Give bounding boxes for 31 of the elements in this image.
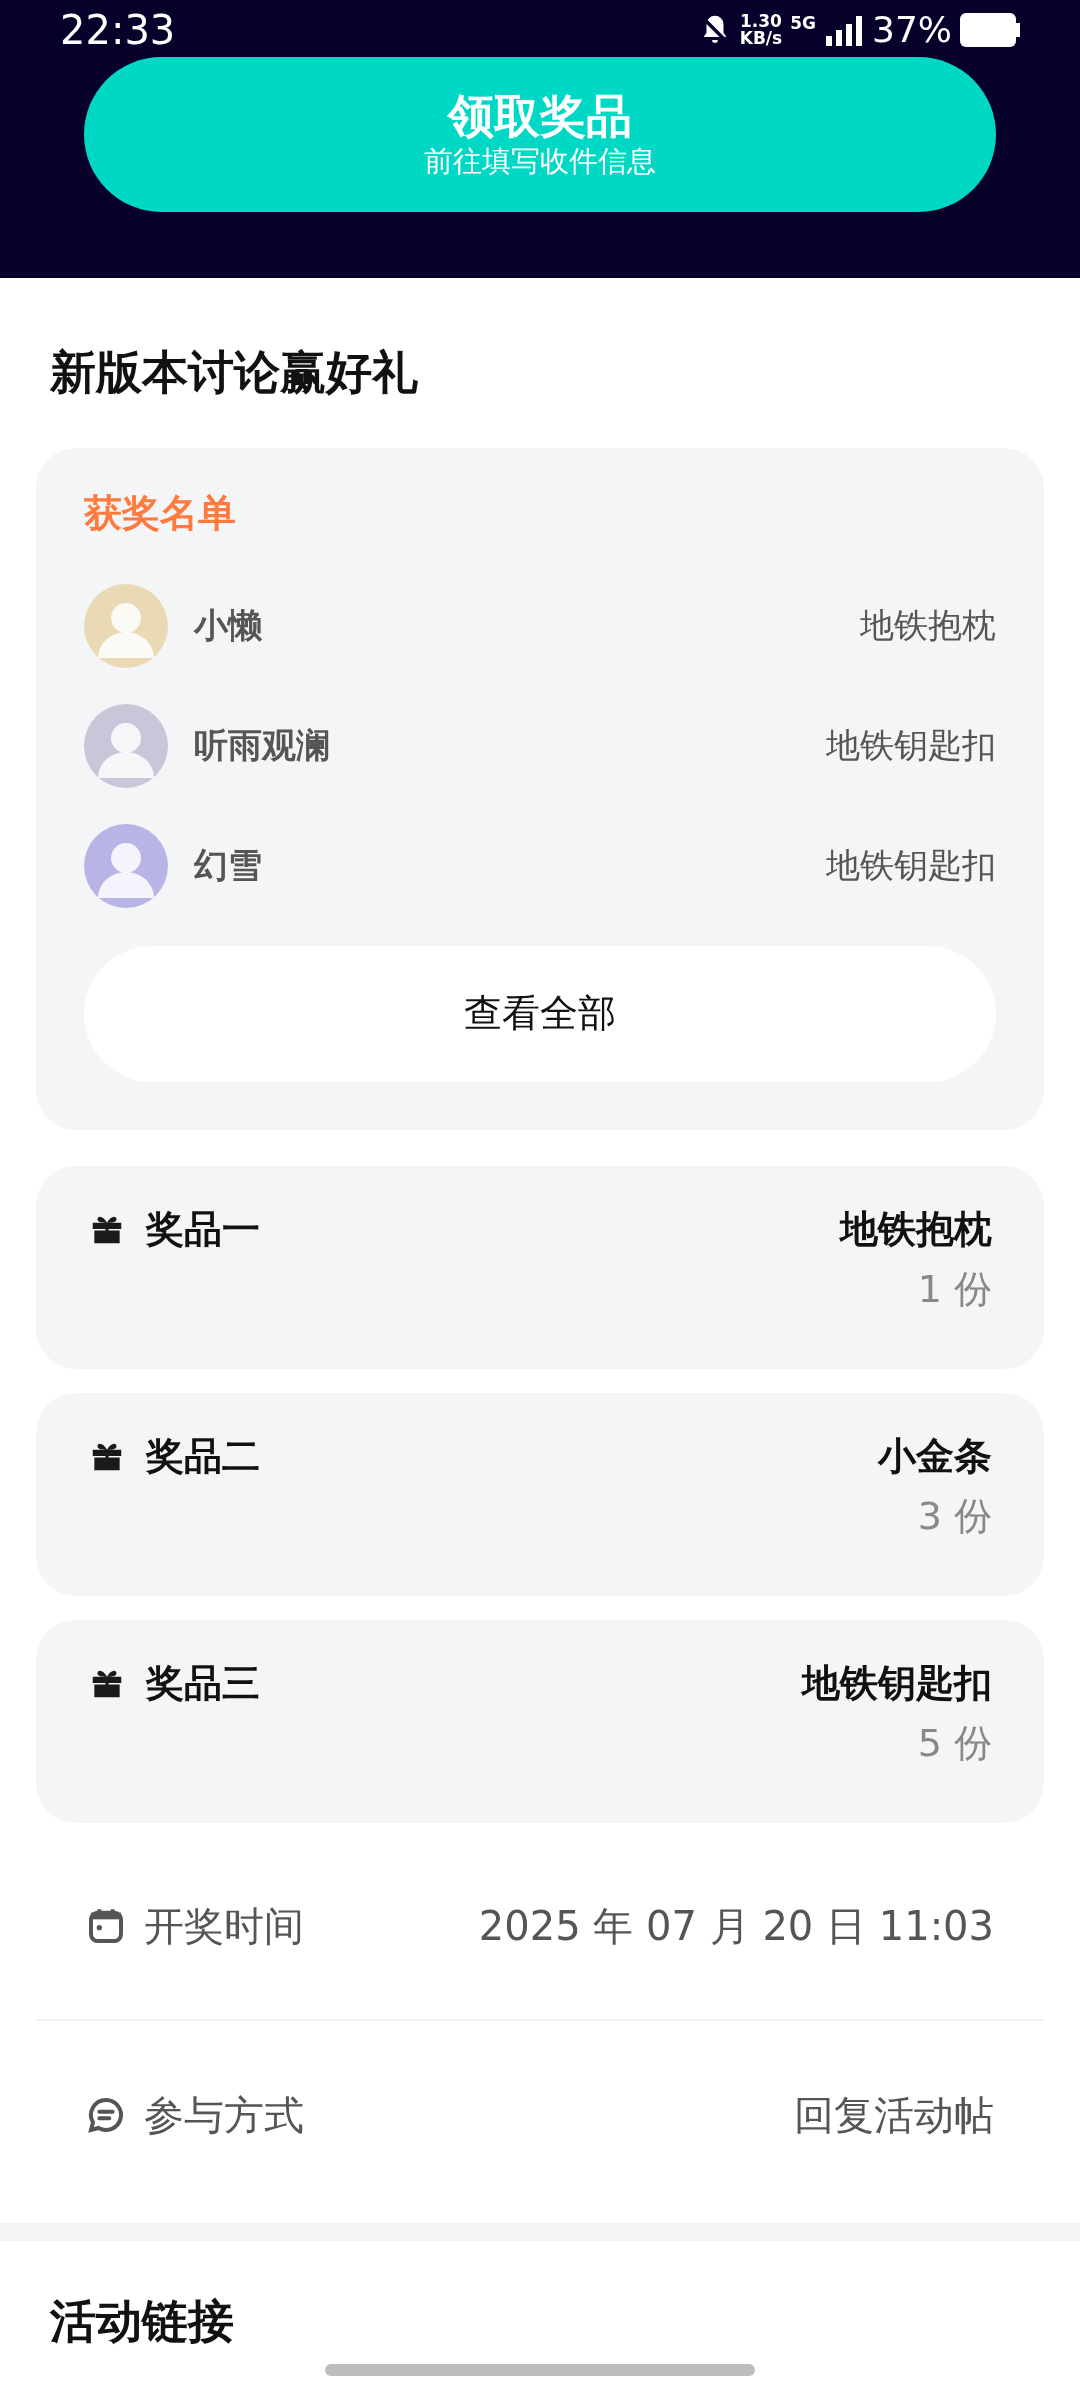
network-type: 5G: [790, 12, 816, 35]
speed-unit: KB/s: [739, 30, 783, 47]
info-label: 开奖时间: [144, 1901, 304, 1951]
winner-prize: 地铁抱枕: [860, 604, 996, 647]
page-title: 新版本讨论赢好礼: [50, 344, 419, 401]
prize-name: 地铁钥匙扣: [802, 1663, 992, 1702]
winner-name: 小懒: [194, 604, 262, 647]
network-speed: 1.30: [739, 13, 782, 30]
winner-prize: 地铁钥匙扣: [826, 724, 996, 767]
prize-name: 地铁抱枕: [840, 1209, 992, 1248]
info-value: 回复活动帖: [794, 2090, 994, 2140]
winner-name: 听雨观澜: [194, 724, 330, 767]
battery-icon: [960, 13, 1020, 47]
prize-count: 5 份: [917, 1723, 992, 1762]
prize-count: 1 份: [917, 1269, 992, 1308]
signal-icon: [824, 14, 864, 46]
home-indicator[interactable]: [325, 2364, 755, 2376]
info-label: 参与方式: [144, 2090, 304, 2140]
prize-label: 奖品二: [146, 1436, 260, 1475]
battery-percent: 37%: [872, 12, 952, 48]
prize-label: 奖品一: [146, 1209, 260, 1248]
info-value: 2025 年 07 月 20 日 11:03: [478, 1901, 994, 1951]
winner-prize: 地铁钥匙扣: [826, 844, 996, 887]
winner-name: 幻雪: [194, 844, 262, 887]
winners-heading: 获奖名单: [84, 493, 237, 532]
section-title: 活动链接: [50, 2292, 235, 2350]
view-all-button[interactable]: 查看全部: [84, 945, 996, 1082]
status-time: 22:33: [60, 10, 176, 50]
prize-count: 3 份: [917, 1496, 992, 1535]
prize-name: 小金条: [878, 1436, 992, 1475]
prize-label: 奖品三: [146, 1663, 260, 1702]
